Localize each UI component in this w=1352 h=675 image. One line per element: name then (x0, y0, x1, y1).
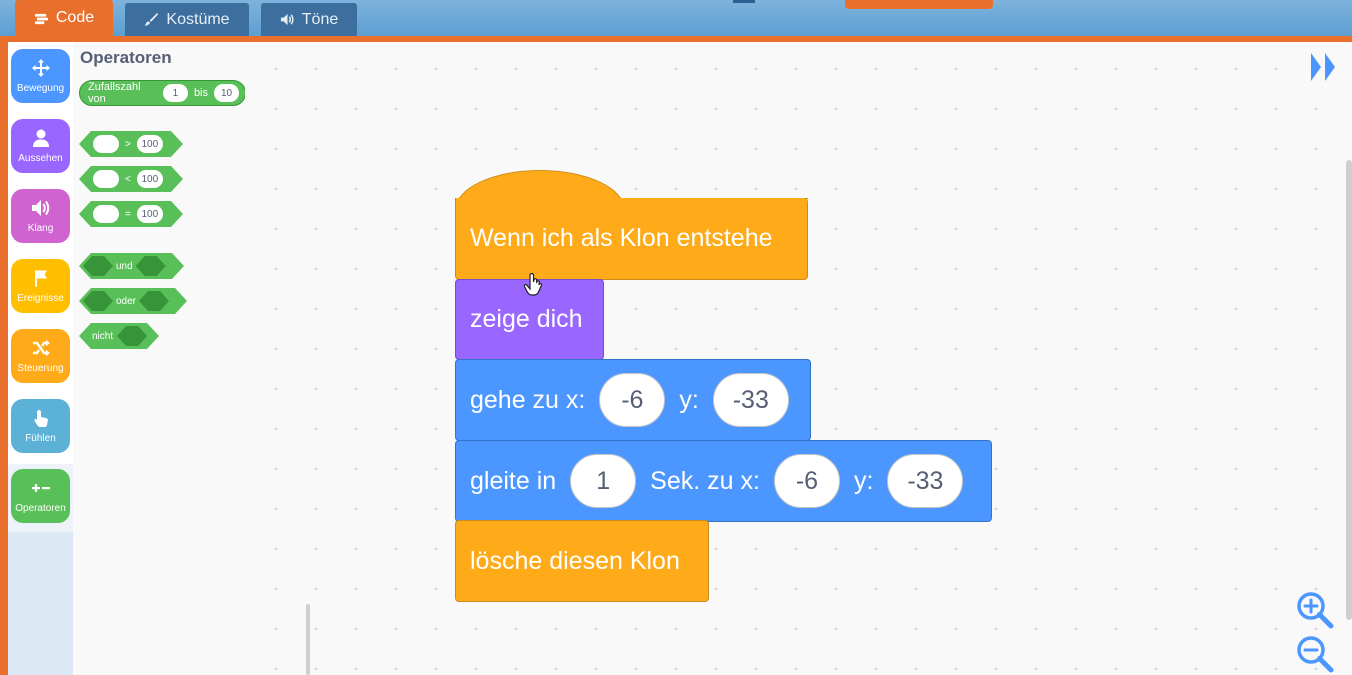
delete-clone-label: lösche diesen Klon (470, 546, 680, 575)
expand-stage-button[interactable] (1308, 52, 1340, 82)
speaker-icon (280, 13, 294, 26)
category-sound-label: Klang (27, 223, 54, 234)
or-label: oder (116, 295, 137, 307)
go-to-label-x: gehe zu x: (470, 385, 586, 414)
person-icon (32, 129, 49, 147)
go-to-x-input[interactable]: -6 (599, 373, 666, 427)
category-sound[interactable]: Klang (11, 189, 70, 243)
equals-block[interactable]: = 100 (79, 201, 183, 227)
touch-icon (33, 410, 48, 427)
category-operators-label: Operatoren (15, 503, 66, 514)
delete-this-clone-block[interactable]: lösche diesen Klon (455, 520, 709, 602)
glide-x-input[interactable]: -6 (773, 454, 840, 508)
plus-minus-icon (31, 484, 50, 492)
tab-sounds-label: Töne (301, 10, 339, 28)
palette-title: Operatoren (80, 48, 172, 67)
workspace-horizontal-scrollbar[interactable] (306, 604, 310, 675)
random-from-input[interactable]: 1 (162, 84, 188, 102)
glide-label-in: gleite in (470, 466, 557, 495)
go-to-y-input[interactable]: -33 (712, 373, 789, 427)
go-to-xy-block[interactable]: gehe zu x: -6 y: -33 (455, 359, 811, 441)
lt-left-input[interactable] (93, 170, 119, 188)
zoom-out-icon (1297, 636, 1334, 673)
not-block[interactable]: nicht (79, 323, 159, 349)
category-events-label: Ereignisse (17, 293, 64, 304)
code-icon (34, 13, 48, 24)
eq-operator: = (125, 208, 131, 220)
tab-costumes-label: Kostüme (166, 10, 230, 28)
gt-right-input[interactable]: 100 (137, 135, 163, 153)
show-block-label: zeige dich (470, 305, 583, 333)
and-left-slot[interactable] (83, 256, 113, 276)
random-block[interactable]: Zufallszahl von 1 bis 10 (79, 80, 246, 106)
eq-right-input[interactable]: 100 (137, 205, 163, 223)
or-block[interactable]: oder (79, 288, 187, 314)
gt-operator: > (125, 138, 131, 150)
category-motion[interactable]: Bewegung (11, 49, 70, 103)
category-looks[interactable]: Aussehen (11, 119, 70, 173)
category-operators[interactable]: Operatoren (11, 469, 70, 523)
double-chevron-right-icon (1311, 53, 1335, 81)
category-events[interactable]: Ereignisse (11, 259, 70, 313)
zoom-out-button[interactable] (1296, 635, 1334, 673)
category-menu-empty (8, 532, 73, 675)
brush-icon (145, 12, 159, 27)
glide-to-xy-block[interactable]: gleite in 1 Sek. zu x: -6 y: -33 (455, 440, 992, 522)
glide-label-x: Sek. zu x: (650, 466, 760, 495)
header-decoration-blue (733, 0, 755, 3)
random-to-input[interactable]: 10 (214, 84, 239, 102)
shuffle-icon (32, 340, 50, 356)
category-control[interactable]: Steuerung (11, 329, 70, 383)
category-sensing[interactable]: Fühlen (11, 399, 70, 453)
greater-than-block[interactable]: > 100 (79, 131, 183, 157)
not-slot[interactable] (117, 326, 147, 346)
glide-label-y: y: (853, 466, 874, 495)
tab-code-label: Code (55, 9, 95, 26)
lt-right-input[interactable]: 100 (137, 170, 163, 188)
when-i-start-as-clone-block[interactable]: Wenn ich als Klon entstehe (455, 198, 808, 280)
and-label: und (116, 260, 133, 272)
and-right-slot[interactable] (136, 256, 166, 276)
tab-sounds[interactable]: Töne (261, 3, 357, 36)
zoom-in-button[interactable] (1296, 591, 1334, 629)
hat-block-label: Wenn ich als Klon entstehe (470, 224, 773, 252)
gt-left-input[interactable] (93, 135, 119, 153)
glide-y-input[interactable]: -33 (887, 454, 964, 508)
hand-cursor-icon (523, 273, 543, 296)
category-sensing-label: Fühlen (25, 433, 56, 444)
tab-code[interactable]: Code (15, 0, 113, 36)
glide-secs-input[interactable]: 1 (570, 454, 637, 508)
and-block[interactable]: und (79, 253, 184, 279)
go-to-label-y: y: (679, 385, 699, 414)
or-left-slot[interactable] (83, 291, 113, 311)
workspace-vertical-scrollbar[interactable] (1346, 160, 1352, 620)
speaker-icon (31, 200, 49, 216)
category-control-label: Steuerung (17, 363, 64, 374)
left-border (0, 42, 8, 675)
category-motion-label: Bewegung (16, 83, 65, 94)
zoom-in-icon (1297, 592, 1334, 629)
move-icon (31, 59, 50, 77)
random-label-to: bis (193, 87, 208, 99)
less-than-block[interactable]: < 100 (79, 166, 183, 192)
lt-operator: < (125, 173, 131, 185)
eq-left-input[interactable] (93, 205, 119, 223)
header-decoration-orange (845, 0, 993, 9)
or-right-slot[interactable] (139, 291, 169, 311)
not-label: nicht (92, 330, 114, 342)
tab-costumes[interactable]: Kostüme (125, 3, 249, 36)
random-label-from: Zufallszahl von (88, 81, 141, 105)
flag-icon (34, 270, 47, 287)
category-looks-label: Aussehen (18, 153, 63, 164)
